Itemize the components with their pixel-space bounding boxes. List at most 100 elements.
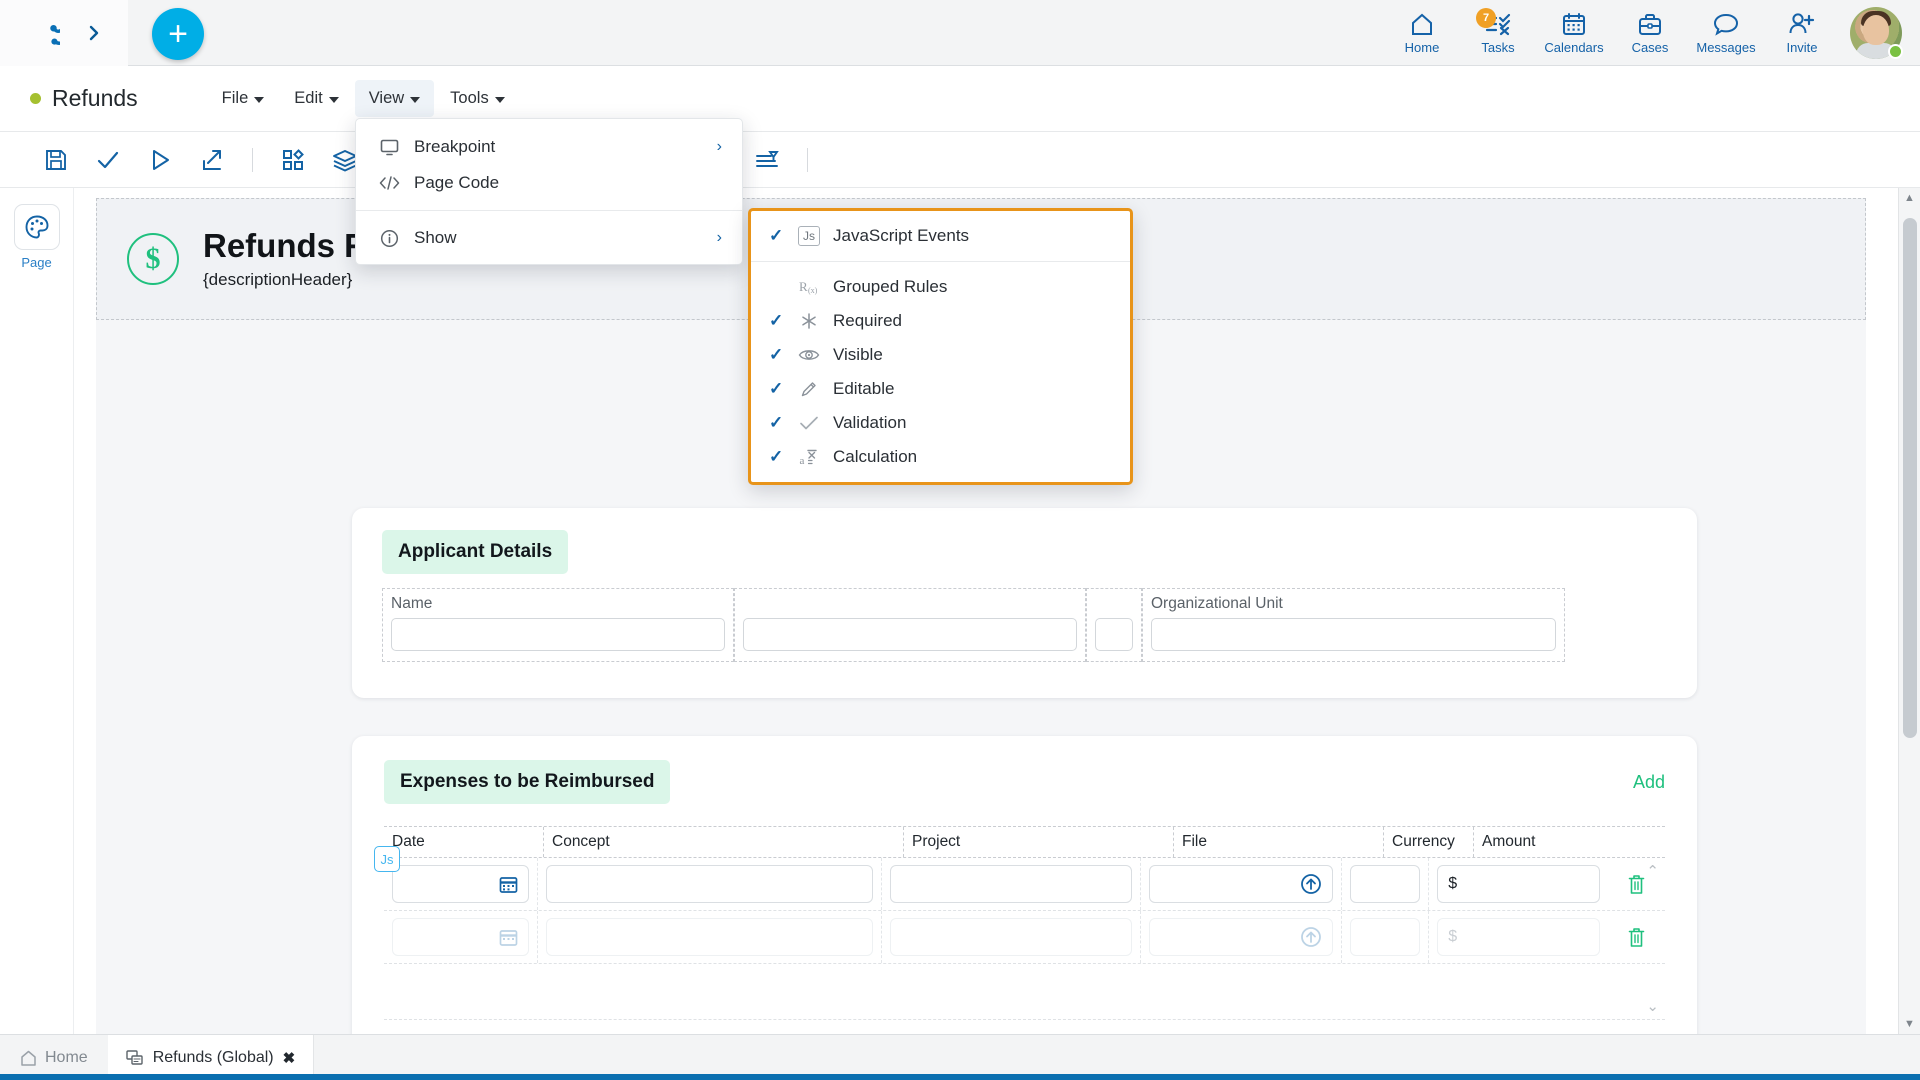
amount-currency-prefix: $ xyxy=(1448,928,1458,945)
spacer-field-wrapper xyxy=(1086,588,1142,662)
calendar-icon[interactable] xyxy=(499,928,518,947)
concept-input[interactable] xyxy=(545,865,874,903)
sidebar-item-page[interactable]: Page xyxy=(13,204,60,270)
publish-button[interactable] xyxy=(186,140,238,180)
cell-amount[interactable]: $ xyxy=(1429,858,1607,910)
cell-date[interactable] xyxy=(384,858,538,910)
save-button[interactable] xyxy=(30,140,82,180)
palette-icon xyxy=(13,204,60,250)
calendar-icon[interactable] xyxy=(499,875,518,894)
form-subtitle: {descriptionHeader} xyxy=(203,269,353,289)
menu-item-page-code[interactable]: Page Code xyxy=(356,165,742,201)
project-input[interactable] xyxy=(890,865,1133,903)
cell-amount[interactable]: $ xyxy=(1429,911,1607,963)
name-input[interactable] xyxy=(391,618,725,651)
nav-item-messages[interactable]: Messages xyxy=(1688,0,1764,66)
submenu-item-required[interactable]: ✓ Required xyxy=(751,304,1130,338)
menu-file-label: File xyxy=(221,89,249,107)
widgets-icon xyxy=(283,148,304,170)
calendar-icon xyxy=(1561,11,1587,37)
menu-item-breakpoint[interactable]: Breakpoint › xyxy=(356,129,742,165)
js-events-badge[interactable]: Js xyxy=(374,846,400,872)
nav-item-invite[interactable]: Invite xyxy=(1764,0,1840,66)
organizational-unit-input[interactable] xyxy=(1151,618,1556,651)
menu-view[interactable]: View xyxy=(354,80,435,117)
app-header: Refunds File Edit View Tools xyxy=(0,66,1920,132)
submenu-item-grouped-rules[interactable]: R (x) Grouped Rules xyxy=(751,270,1130,304)
date-input[interactable] xyxy=(392,865,529,903)
submenu-item-editable[interactable]: ✓ Editable xyxy=(751,372,1130,406)
cell-file[interactable] xyxy=(1141,911,1343,963)
amount-currency-prefix: $ xyxy=(1448,875,1458,892)
project-input[interactable] xyxy=(890,918,1133,956)
widgets-button[interactable] xyxy=(267,140,319,180)
cell-concept[interactable] xyxy=(538,858,883,910)
cell-concept[interactable] xyxy=(538,911,883,963)
js-badge-glyph: Js xyxy=(798,226,820,246)
submenu-item-calculation[interactable]: ✓ a Calculation xyxy=(751,440,1130,474)
column-header-amount: Amount xyxy=(1482,833,1536,850)
menu-bar: File Edit View Tools xyxy=(208,80,519,117)
middle-input[interactable] xyxy=(743,618,1077,651)
canvas-vertical-scrollbar[interactable]: ▲ ▼ xyxy=(1898,188,1920,1034)
chevron-down-icon xyxy=(410,96,421,103)
cell-file[interactable] xyxy=(1141,858,1343,910)
nav-item-cases[interactable]: Cases xyxy=(1612,0,1688,66)
asterisk-icon xyxy=(797,312,821,330)
validate-button[interactable] xyxy=(82,140,134,180)
name-field-wrapper[interactable]: Name xyxy=(382,588,734,662)
menu-edit[interactable]: Edit xyxy=(280,80,352,117)
table-row[interactable]: Js $ xyxy=(374,846,1665,911)
scrollbar-thumb[interactable] xyxy=(1903,218,1917,738)
scroll-up-icon[interactable]: ▲ xyxy=(1899,188,1920,208)
submenu-item-validation[interactable]: ✓ Validation xyxy=(751,406,1130,440)
nav-item-calendars[interactable]: Calendars xyxy=(1536,0,1612,66)
delete-row-button[interactable] xyxy=(1608,927,1665,948)
nav-item-tasks[interactable]: 7 Tasks xyxy=(1460,0,1536,66)
sidebar-expand-button[interactable] xyxy=(60,0,128,66)
cell-currency[interactable] xyxy=(1342,858,1430,910)
menu-tools[interactable]: Tools xyxy=(436,80,519,117)
trash-icon[interactable] xyxy=(1627,874,1646,895)
close-icon[interactable]: ✖ xyxy=(283,1049,296,1067)
spacer-input[interactable] xyxy=(1095,618,1133,651)
upload-icon[interactable] xyxy=(1300,926,1322,948)
align-button[interactable] xyxy=(741,140,793,180)
cell-project[interactable] xyxy=(882,858,1142,910)
organizational-unit-field-wrapper[interactable]: Organizational Unit xyxy=(1142,588,1565,662)
file-input[interactable] xyxy=(1149,918,1334,956)
currency-input[interactable] xyxy=(1350,918,1421,956)
run-button[interactable] xyxy=(134,140,186,180)
table-row[interactable]: $ xyxy=(384,911,1665,964)
chevron-down-icon[interactable]: ⌄ xyxy=(1646,997,1659,1015)
avatar[interactable] xyxy=(1850,7,1903,59)
submenu-item-visible[interactable]: ✓ Visible xyxy=(751,338,1130,372)
nav-item-home[interactable]: Home xyxy=(1384,0,1460,66)
create-new-button[interactable]: + xyxy=(152,8,204,60)
trash-icon[interactable] xyxy=(1627,927,1646,948)
upload-icon[interactable] xyxy=(1300,873,1322,895)
currency-input[interactable] xyxy=(1350,865,1421,903)
amount-input[interactable]: $ xyxy=(1437,918,1600,956)
scroll-down-icon[interactable]: ▼ xyxy=(1899,1014,1920,1034)
left-rail: Page xyxy=(0,188,74,1034)
menu-divider xyxy=(356,210,742,211)
submenu-item-javascript-events[interactable]: ✓ Js JavaScript Events xyxy=(751,219,1130,253)
middle-field-label xyxy=(743,595,1077,613)
briefcase-icon xyxy=(1637,11,1663,37)
cell-currency[interactable] xyxy=(1342,911,1430,963)
add-row-button[interactable]: Add xyxy=(1633,772,1665,793)
chevron-up-icon[interactable]: ⌃ xyxy=(1646,862,1659,880)
column-header-file: File xyxy=(1174,827,1384,857)
cell-date[interactable] xyxy=(384,911,538,963)
amount-input[interactable]: $ xyxy=(1437,865,1600,903)
menu-file[interactable]: File xyxy=(208,80,279,117)
cell-project[interactable] xyxy=(882,911,1142,963)
info-icon xyxy=(378,229,400,248)
menu-view-label: View xyxy=(368,89,405,107)
concept-input[interactable] xyxy=(545,918,874,956)
date-input[interactable] xyxy=(392,918,529,956)
menu-item-show[interactable]: Show › xyxy=(356,220,742,256)
file-input[interactable] xyxy=(1149,865,1334,903)
middle-field-wrapper[interactable] xyxy=(734,588,1086,662)
